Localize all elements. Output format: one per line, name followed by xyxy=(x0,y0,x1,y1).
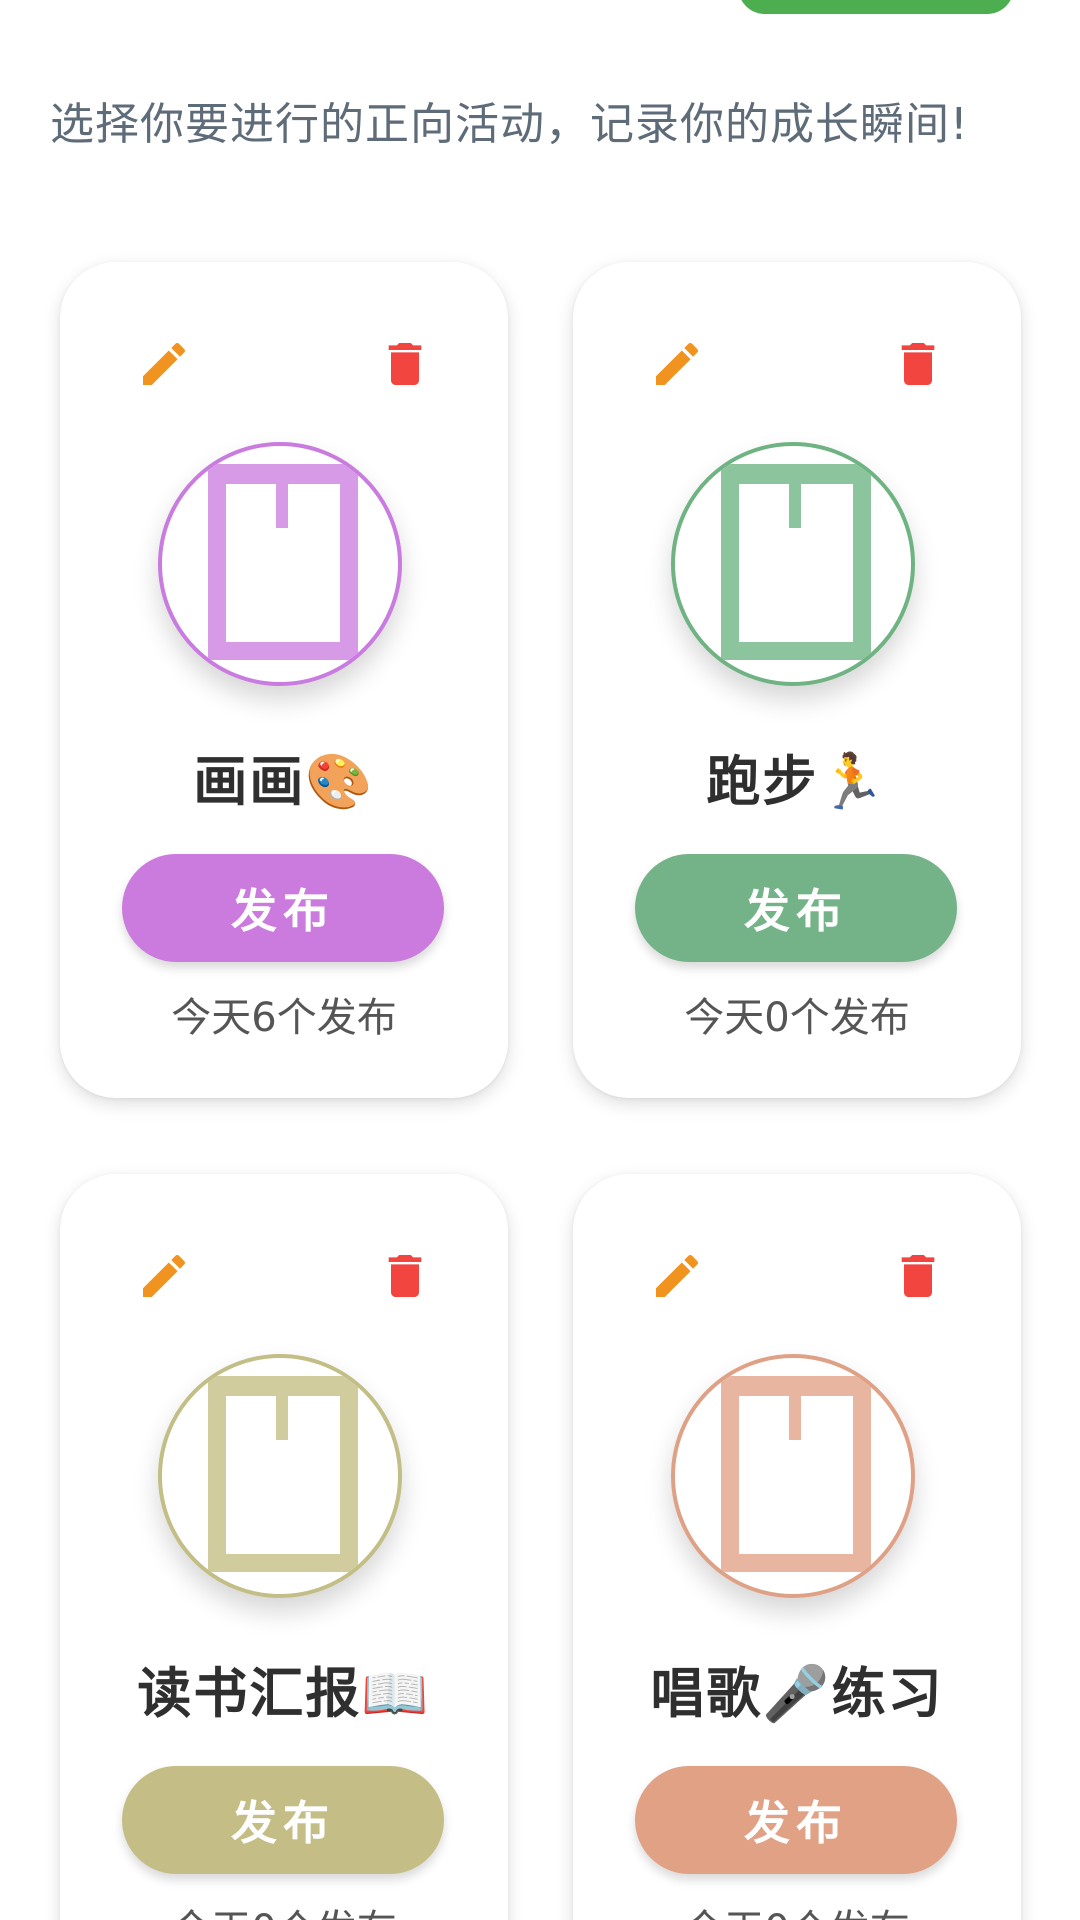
edit-button[interactable] xyxy=(132,332,196,396)
publish-button[interactable]: 发布 xyxy=(635,1766,957,1874)
today-count: 今天0个发布 xyxy=(60,1900,508,1920)
delete-button[interactable] xyxy=(886,1244,950,1308)
trash-icon xyxy=(388,343,422,385)
edit-button[interactable] xyxy=(645,1244,709,1308)
activity-avatar[interactable] xyxy=(158,442,402,686)
bookmark-icon xyxy=(721,464,871,660)
delete-button[interactable] xyxy=(373,332,437,396)
pencil-icon xyxy=(656,1254,699,1297)
bookmark-icon xyxy=(208,1376,358,1572)
activity-avatar[interactable] xyxy=(158,1354,402,1598)
bookmark-icon xyxy=(208,464,358,660)
publish-button[interactable]: 发布 xyxy=(122,1766,444,1874)
trash-icon xyxy=(901,1255,935,1297)
activity-title: 画画🎨 xyxy=(193,750,375,813)
publish-button[interactable]: 发布 xyxy=(122,854,444,962)
top-action-button[interactable] xyxy=(738,0,1014,14)
pencil-icon xyxy=(143,1254,186,1297)
activity-list-screen: 选择你要进行的正向活动，记录你的成长瞬间! 画画🎨 发布 今天6个发布 跑步🏃 … xyxy=(0,0,1080,1920)
trash-icon xyxy=(388,1255,422,1297)
edit-button[interactable] xyxy=(645,332,709,396)
activity-avatar[interactable] xyxy=(671,442,915,686)
today-count: 今天0个发布 xyxy=(573,1900,1021,1920)
activity-card: 唱歌🎤练习 发布 今天0个发布 xyxy=(573,1174,1021,1920)
today-count: 今天6个发布 xyxy=(171,995,397,1041)
edit-button[interactable] xyxy=(132,1244,196,1308)
bookmark-icon xyxy=(721,1376,871,1572)
trash-icon xyxy=(901,343,935,385)
activity-title: 唱歌🎤练习 xyxy=(650,1662,944,1725)
pencil-icon xyxy=(143,342,186,385)
activity-title: 跑步🏃 xyxy=(706,750,888,813)
activity-title: 读书汇报📖 xyxy=(137,1662,431,1725)
today-count: 今天0个发布 xyxy=(684,995,910,1041)
activity-card: 画画🎨 发布 今天6个发布 xyxy=(60,262,508,1098)
delete-button[interactable] xyxy=(886,332,950,396)
intro-text: 选择你要进行的正向活动，记录你的成长瞬间! xyxy=(50,99,969,150)
delete-button[interactable] xyxy=(373,1244,437,1308)
pencil-icon xyxy=(656,342,699,385)
activity-card: 读书汇报📖 发布 今天0个发布 xyxy=(60,1174,508,1920)
publish-button[interactable]: 发布 xyxy=(635,854,957,962)
activity-card: 跑步🏃 发布 今天0个发布 xyxy=(573,262,1021,1098)
activity-avatar[interactable] xyxy=(671,1354,915,1598)
